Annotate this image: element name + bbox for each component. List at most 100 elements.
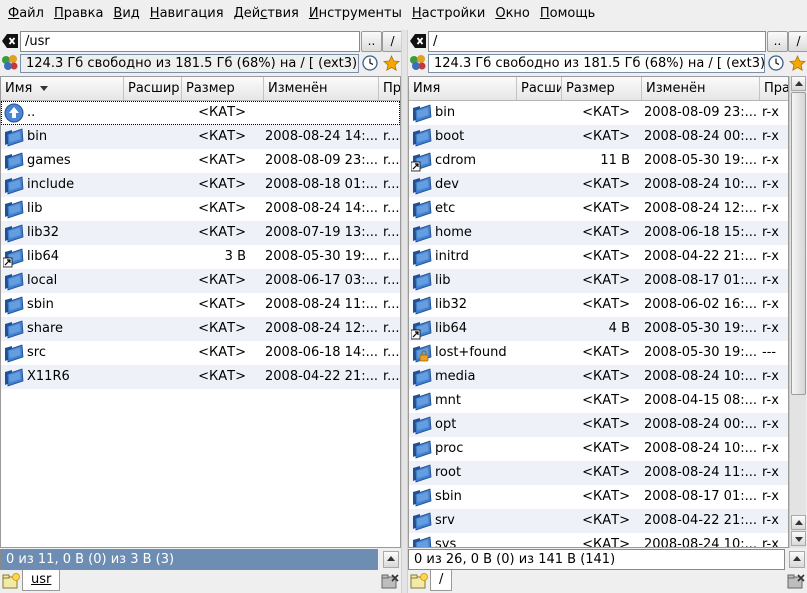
col-modified-header[interactable]: Изменён	[264, 77, 379, 100]
col-ext-header[interactable]: Расшир	[124, 77, 182, 100]
right-file-row[interactable]: sbin <КАТ> 2008-08-17 01:... r-x	[409, 485, 788, 509]
file-modified: 2008-05-30 19:...	[644, 345, 758, 360]
right-scroll-up-button[interactable]	[789, 551, 805, 568]
left-file-row[interactable]: src <КАТ> 2008-06-18 14:... r...	[1, 341, 400, 365]
right-file-row[interactable]: dev <КАТ> 2008-08-24 10:... r-x	[409, 173, 788, 197]
left-file-row[interactable]: lib32 <КАТ> 2008-07-19 13:... r...	[1, 221, 400, 245]
left-file-row[interactable]: lib64 3 B 2008-05-30 19:... r...	[1, 245, 400, 269]
menu-item-5[interactable]: Инструменты	[304, 3, 407, 25]
left-file-row[interactable]: .. <КАТ>	[1, 101, 400, 125]
menu-item-8[interactable]: Помощь	[535, 3, 600, 25]
left-file-row[interactable]: lib <КАТ> 2008-08-24 14:... r...	[1, 197, 400, 221]
close-tab-icon[interactable]	[785, 571, 807, 592]
right-file-row[interactable]: mnt <КАТ> 2008-04-15 08:... r-x	[409, 389, 788, 413]
file-ext	[519, 149, 561, 173]
col-name-header[interactable]: Имя	[409, 77, 517, 100]
folder-icon	[3, 342, 25, 364]
file-name: mnt	[435, 393, 461, 408]
scroll-down-button[interactable]	[791, 531, 806, 546]
left-parent-dir-button[interactable]: ..	[361, 31, 382, 52]
right-file-row[interactable]: bin <КАТ> 2008-08-09 23:... r-x	[409, 101, 788, 125]
left-file-row[interactable]: games <КАТ> 2008-08-09 23:... r...	[1, 149, 400, 173]
left-file-row[interactable]: share <КАТ> 2008-08-24 12:... r...	[1, 317, 400, 341]
left-tab-usr[interactable]: usr	[22, 570, 61, 591]
left-file-row[interactable]: bin <КАТ> 2008-08-24 14:... r...	[1, 125, 400, 149]
right-path-input[interactable]: /	[428, 31, 766, 52]
left-file-row[interactable]: local <КАТ> 2008-06-17 03:... r...	[1, 269, 400, 293]
menu-item-1[interactable]: Правка	[49, 3, 108, 25]
menu-item-6[interactable]: Настройки	[407, 3, 490, 25]
right-file-row[interactable]: root <КАТ> 2008-08-24 11:... r-x	[409, 461, 788, 485]
right-file-list[interactable]: Имя Расши Размер Изменён Пра bin <КАТ> 200…	[408, 76, 789, 548]
menu-item-4[interactable]: Действия	[229, 3, 304, 25]
right-tab-root[interactable]: /	[430, 570, 453, 591]
left-root-dir-button[interactable]: /	[382, 31, 403, 52]
sync-panels-icon[interactable]	[408, 53, 428, 73]
left-scroll-up-button[interactable]	[383, 551, 399, 568]
right-file-row[interactable]: boot <КАТ> 2008-08-24 00:... r-x	[409, 125, 788, 149]
right-file-row[interactable]: sys <КАТ> 2008-08-24 10:... r-x	[409, 533, 788, 547]
file-size: <КАТ>	[198, 153, 246, 168]
file-perm: ---	[762, 345, 777, 360]
menu-item-2[interactable]: Вид	[108, 3, 144, 25]
col-modified-header[interactable]: Изменён	[642, 77, 760, 100]
file-perm: r...	[383, 297, 400, 312]
right-file-row[interactable]: media <КАТ> 2008-08-24 10:... r-x	[409, 365, 788, 389]
folder-link-icon	[410, 150, 433, 172]
folder-link-icon	[410, 318, 433, 340]
clear-path-icon[interactable]	[0, 31, 19, 50]
col-ext-header[interactable]: Расши	[517, 77, 562, 100]
right-file-row[interactable]: lib32 <КАТ> 2008-06-02 16:... r-x	[409, 293, 788, 317]
menu-item-0[interactable]: Файл	[3, 3, 49, 25]
new-tab-icon[interactable]	[0, 571, 22, 592]
right-file-row[interactable]: etc <КАТ> 2008-08-24 12:... r-x	[409, 197, 788, 221]
col-size-header[interactable]: Размер	[562, 77, 642, 100]
right-file-row[interactable]: initrd <КАТ> 2008-04-22 21:... r-x	[409, 245, 788, 269]
left-path-input[interactable]: /usr	[20, 31, 360, 52]
file-ext	[125, 173, 181, 197]
right-file-row[interactable]: home <КАТ> 2008-06-18 15:... r-x	[409, 221, 788, 245]
scroll-thumb[interactable]	[791, 92, 806, 395]
col-size-header[interactable]: Размер	[182, 77, 264, 100]
right-root-dir-button[interactable]: /	[788, 31, 807, 52]
left-file-row[interactable]: X11R6 <КАТ> 2008-04-22 21:... r...	[1, 365, 400, 389]
right-file-row[interactable]: lib64 4 B 2008-05-30 19:... r-x	[409, 317, 788, 341]
file-name: sbin	[27, 297, 54, 312]
history-clock-icon[interactable]	[766, 53, 786, 73]
sync-panels-icon[interactable]	[0, 53, 20, 73]
menu-item-7[interactable]: Окно	[490, 3, 535, 25]
col-perm-header[interactable]: Пр	[379, 77, 400, 100]
bookmark-star-icon[interactable]	[381, 53, 401, 73]
left-file-row[interactable]: include <КАТ> 2008-08-18 01:... r...	[1, 173, 400, 197]
right-vertical-scrollbar[interactable]	[789, 76, 806, 548]
folder-icon	[3, 222, 25, 244]
left-file-list[interactable]: Имя Расшир Размер Изменён Пр .. <КАТ> bin <…	[0, 76, 401, 548]
left-file-row[interactable]: sbin <КАТ> 2008-08-24 11:... r...	[1, 293, 400, 317]
right-file-row[interactable]: srv <КАТ> 2008-04-22 21:... r-x	[409, 509, 788, 533]
col-perm-header[interactable]: Пра	[760, 77, 788, 100]
file-name: initrd	[435, 249, 469, 264]
file-ext	[519, 173, 561, 197]
right-file-row[interactable]: lib <КАТ> 2008-08-17 01:... r-x	[409, 269, 788, 293]
right-file-row[interactable]: proc <КАТ> 2008-08-24 10:... r-x	[409, 437, 788, 461]
right-file-row[interactable]: cdrom 11 B 2008-05-30 19:... r-x	[409, 149, 788, 173]
col-name-header[interactable]: Имя	[1, 77, 124, 100]
history-clock-icon[interactable]	[360, 53, 380, 73]
new-tab-icon[interactable]	[408, 571, 430, 592]
clear-path-icon[interactable]	[408, 31, 427, 50]
close-tab-icon[interactable]	[379, 571, 401, 592]
panel-splitter[interactable]	[401, 30, 408, 593]
file-perm: r...	[383, 153, 400, 168]
scroll-up-button[interactable]	[791, 76, 806, 91]
scroll-up-button-lower[interactable]	[791, 515, 806, 530]
right-file-row[interactable]: opt <КАТ> 2008-08-24 00:... r-x	[409, 413, 788, 437]
right-tab-bar: /	[408, 570, 807, 592]
file-perm: r...	[383, 177, 400, 192]
bookmark-star-icon[interactable]	[787, 53, 807, 73]
menu-item-3[interactable]: Навигация	[145, 3, 229, 25]
file-size: <КАТ>	[582, 465, 630, 480]
file-modified: 2008-08-24 14:...	[265, 129, 377, 144]
file-ext	[519, 125, 561, 149]
right-file-row[interactable]: lost+found <КАТ> 2008-05-30 19:... ---	[409, 341, 788, 365]
right-parent-dir-button[interactable]: ..	[767, 31, 788, 52]
